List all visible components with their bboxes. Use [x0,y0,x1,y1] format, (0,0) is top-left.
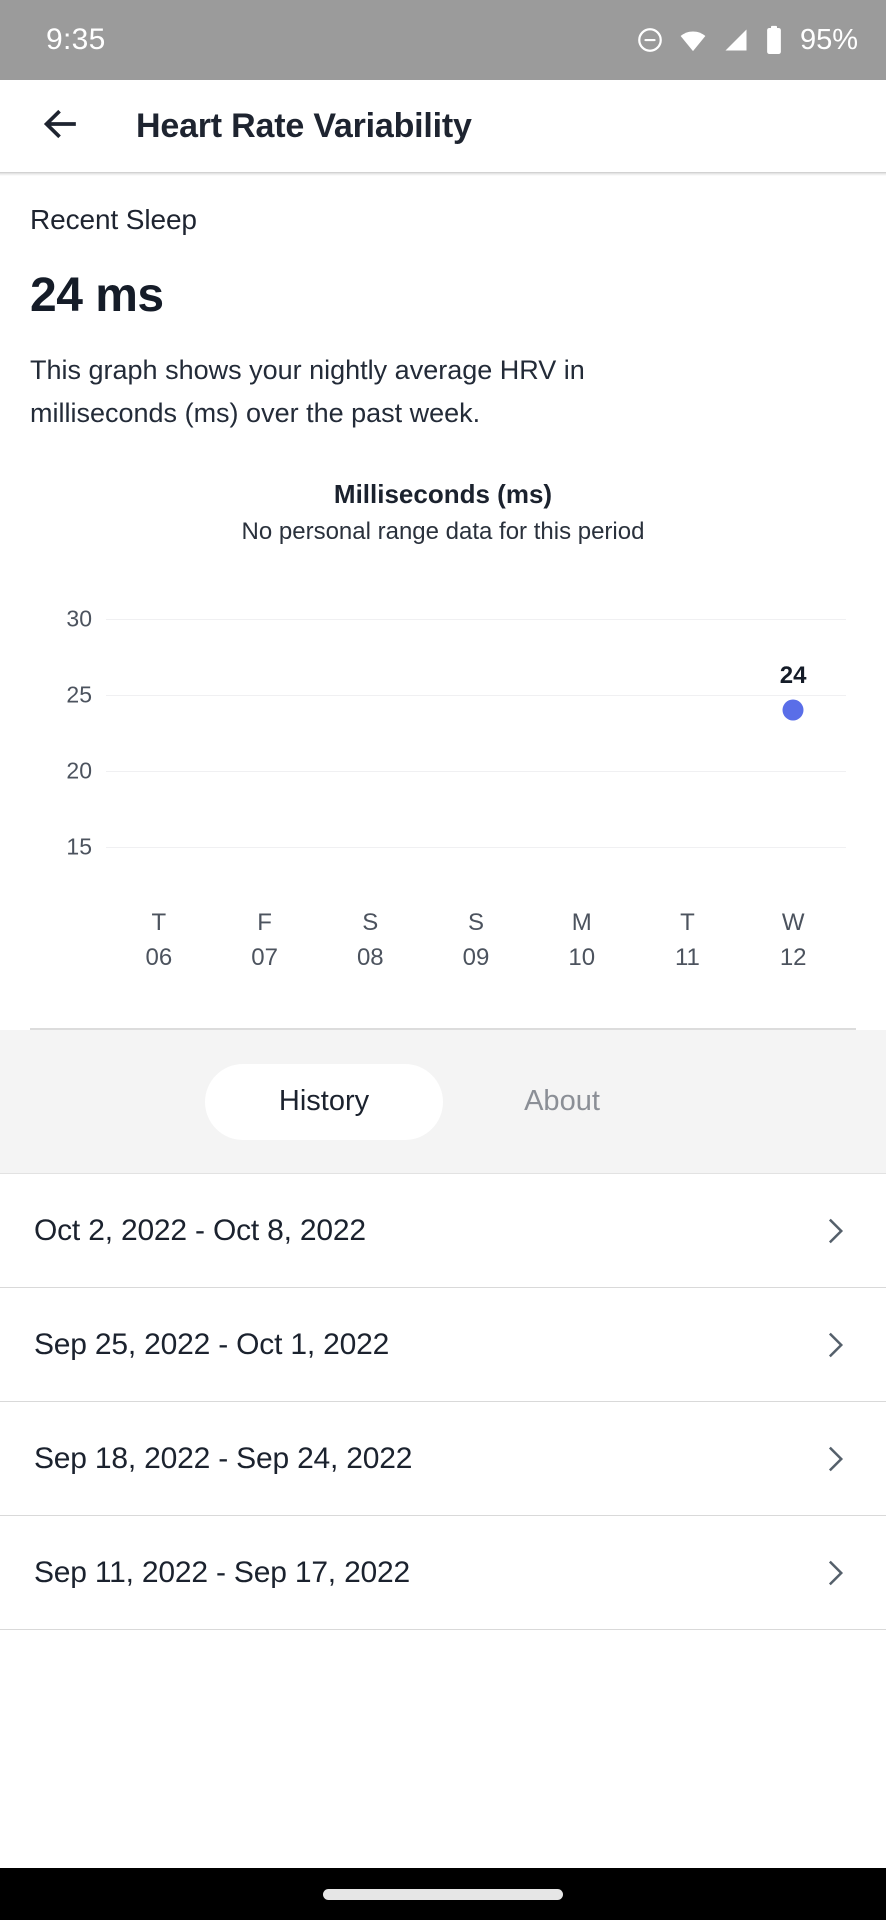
back-arrow-icon [39,103,81,150]
y-axis-tick-label: 25 [66,681,92,708]
history-row[interactable]: Sep 11, 2022 - Sep 17, 2022 [0,1516,886,1630]
chevron-right-icon [818,1442,852,1476]
x-axis-weekday-label: M [571,909,592,936]
chevron-right-icon [818,1556,852,1590]
status-time: 9:35 [46,23,106,56]
x-axis-ticks: T 06 F 07 S 08 S 09 M 10 T 11 W 12 [30,906,856,976]
x-axis-weekday-label: T [680,909,695,936]
history-row-label: Sep 18, 2022 - Sep 24, 2022 [34,1441,413,1475]
x-axis-day-label: 06 [145,944,173,971]
y-axis-tick-label: 30 [66,605,92,632]
x-axis-day-label: 12 [779,944,807,971]
x-axis-day-label: 09 [462,944,490,971]
cellular-signal-icon [722,26,750,54]
x-axis-day-label: 08 [356,944,384,971]
history-row-label: Sep 11, 2022 - Sep 17, 2022 [34,1555,411,1589]
x-axis-day-label: 07 [251,944,278,971]
summary-label: Recent Sleep [30,204,197,235]
tab-history-label: History [278,1085,370,1117]
summary-section: Recent Sleep 24 ms This graph shows your… [0,176,886,435]
data-point-label: 24 [779,662,807,690]
gridline [106,847,846,849]
x-axis-tick: W 12 [740,906,846,976]
home-indicator[interactable] [323,1888,563,1900]
status-bar: 9:35 95% [0,0,886,80]
x-axis-tick: M 10 [529,906,635,976]
gridline [106,618,846,620]
x-axis-tick: F 07 [212,906,318,976]
x-axis-weekday-label: T [151,909,167,936]
history-list: Oct 2, 2022 - Oct 8, 2022 Sep 25, 2022 - … [0,1174,886,1868]
x-axis-tick: T 11 [635,906,741,976]
chart-plot-area: 30 25 20 15 24 [30,588,856,878]
app-bar: Heart Rate Variability [0,80,886,172]
summary-description: This graph shows your nightly average HR… [30,349,690,435]
x-axis-weekday-label: F [257,909,272,936]
app-screen: 9:35 95% Heart Rate Variability Recent S… [0,0,886,1920]
history-row[interactable]: Sep 18, 2022 - Sep 24, 2022 [0,1402,886,1516]
tab-about[interactable]: About [443,1064,681,1140]
chart-subtitle: No personal range data for this period [241,518,645,545]
gridline [106,694,846,696]
x-axis-day-label: 10 [568,944,596,971]
chevron-right-icon [818,1328,852,1362]
x-axis-tick: S 08 [317,906,423,976]
page-title: Heart Rate Variability [136,106,472,145]
chevron-right-icon [818,1214,852,1248]
status-icon-group: 95% [636,24,858,57]
battery-icon [764,25,784,55]
gridline [106,771,846,773]
y-axis-tick-label: 20 [66,757,92,784]
history-row-label: Sep 25, 2022 - Oct 1, 2022 [34,1327,390,1361]
wifi-icon [678,26,708,54]
chart-title: Milliseconds (ms) [333,479,553,509]
tab-history[interactable]: History [205,1063,443,1140]
plot-canvas: 24 [106,588,846,878]
summary-description-line2: (ms) over the past week. [184,398,481,428]
x-axis-weekday-label: S [468,909,485,936]
tab-bar: History About [0,1030,886,1174]
y-axis-tick-label: 15 [66,833,92,860]
tab-about-label: About [524,1085,600,1117]
history-row[interactable]: Sep 25, 2022 - Oct 1, 2022 [0,1288,886,1402]
main-content: Recent Sleep 24 ms This graph shows your… [0,176,886,1868]
hrv-chart: Milliseconds (ms) No personal range data… [0,479,886,1030]
x-axis-weekday-label: S [362,909,379,936]
x-axis-weekday-label: W [781,909,805,936]
system-navigation-bar [0,1868,886,1920]
data-point[interactable] [782,699,804,721]
history-row[interactable]: Oct 2, 2022 - Oct 8, 2022 [0,1174,886,1288]
do-not-disturb-icon [636,26,664,54]
summary-value: 24 ms [30,269,164,322]
x-axis-tick: T 06 [106,906,212,976]
battery-percent-label: 95% [799,23,858,56]
x-axis-day-label: 11 [674,944,700,971]
back-button[interactable] [30,96,90,156]
history-row-label: Oct 2, 2022 - Oct 8, 2022 [34,1213,366,1247]
x-axis-tick: S 09 [423,906,529,976]
